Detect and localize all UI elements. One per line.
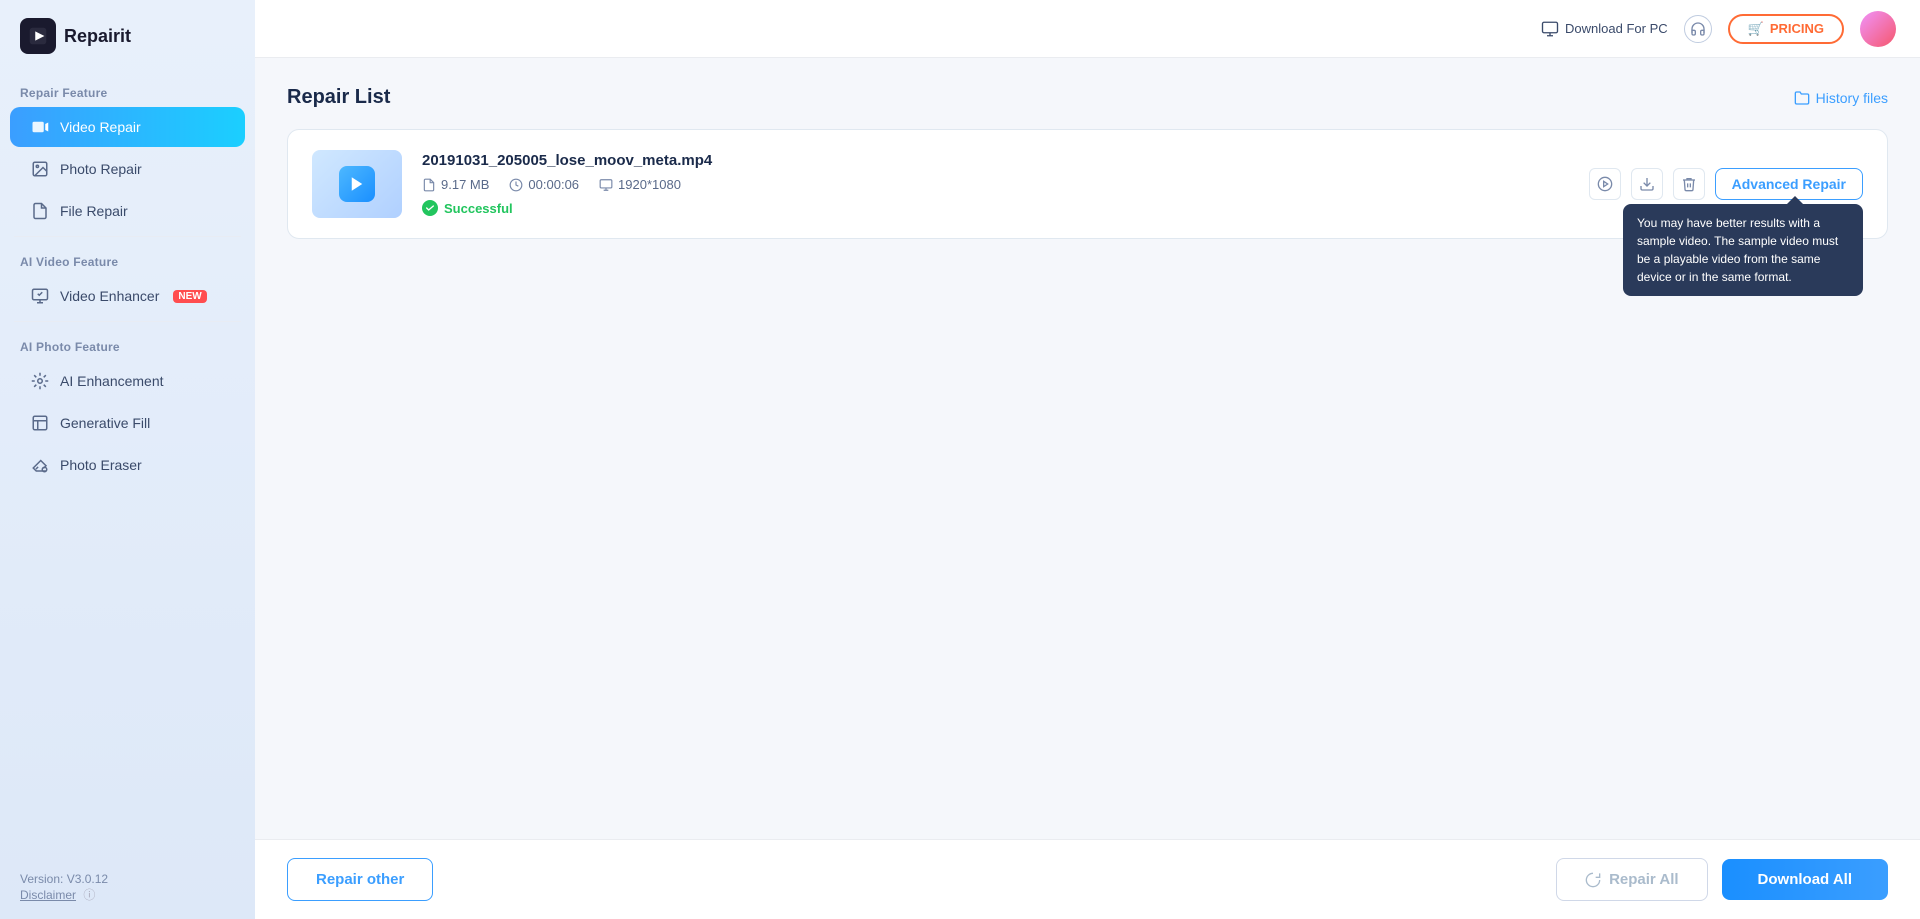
content-area: Repair List History files 20191031_20500… xyxy=(255,58,1920,839)
file-duration: 00:00:06 xyxy=(528,177,579,192)
file-name: 20191031_205005_lose_moov_meta.mp4 xyxy=(422,152,1569,169)
file-repair-label: File Repair xyxy=(60,203,128,219)
sidebar-item-video-enhancer[interactable]: Video Enhancer NEW xyxy=(10,276,245,316)
bottom-bar: Repair other Repair All Download All xyxy=(255,839,1920,919)
sidebar: Repairit Repair Feature Video Repair Pho… xyxy=(0,0,255,919)
monitor-icon xyxy=(1541,20,1559,38)
ai-enhancement-label: AI Enhancement xyxy=(60,373,164,389)
sidebar-item-video-repair[interactable]: Video Repair xyxy=(10,107,245,147)
file-repair-icon xyxy=(30,201,50,221)
video-repair-icon xyxy=(30,117,50,137)
card-actions: Advanced Repair xyxy=(1589,168,1863,200)
sidebar-item-photo-repair[interactable]: Photo Repair xyxy=(10,149,245,189)
photo-repair-label: Photo Repair xyxy=(60,161,142,177)
app-logo-icon xyxy=(20,18,56,54)
disclaimer-link[interactable]: Disclaimer xyxy=(20,888,76,902)
bottom-right-actions: Repair All Download All xyxy=(1556,858,1888,901)
file-size: 9.17 MB xyxy=(441,177,489,192)
sidebar-item-ai-enhancement[interactable]: AI Enhancement xyxy=(10,361,245,401)
video-enhancer-icon xyxy=(30,286,50,306)
pricing-label: PRICING xyxy=(1770,21,1824,36)
generative-fill-icon xyxy=(30,413,50,433)
history-files-button[interactable]: History files xyxy=(1794,90,1888,106)
file-resolution: 1920*1080 xyxy=(618,177,681,192)
repair-all-label: Repair All xyxy=(1609,871,1678,888)
download-icon xyxy=(1639,176,1655,192)
download-all-button[interactable]: Download All xyxy=(1722,859,1888,900)
new-badge: NEW xyxy=(173,290,206,303)
content-header: Repair List History files xyxy=(287,86,1888,109)
cart-icon: 🛒 xyxy=(1748,21,1764,37)
generative-fill-label: Generative Fill xyxy=(60,415,150,431)
download-for-pc-button[interactable]: Download For PC xyxy=(1541,20,1668,38)
play-icon xyxy=(339,166,375,202)
tooltip-text: You may have better results with a sampl… xyxy=(1637,216,1838,284)
delete-button[interactable] xyxy=(1673,168,1705,200)
disclaimer-info-icon: ⓘ xyxy=(83,888,95,902)
video-thumbnail xyxy=(312,150,402,218)
sidebar-item-file-repair[interactable]: File Repair xyxy=(10,191,245,231)
video-enhancer-label: Video Enhancer xyxy=(60,288,159,304)
ai-photo-label: AI Photo Feature xyxy=(0,326,255,360)
version-text: Version: V3.0.12 xyxy=(20,872,235,886)
file-duration-item: 00:00:06 xyxy=(509,177,579,192)
repair-all-icon xyxy=(1585,872,1601,888)
sidebar-item-photo-eraser[interactable]: Photo Eraser xyxy=(10,445,245,485)
help-button[interactable] xyxy=(1684,15,1712,43)
headset-icon xyxy=(1690,21,1706,37)
download-button[interactable] xyxy=(1631,168,1663,200)
sidebar-item-generative-fill[interactable]: Generative Fill xyxy=(10,403,245,443)
folder-icon xyxy=(1794,90,1810,106)
video-repair-label: Video Repair xyxy=(60,119,141,135)
trash-icon xyxy=(1681,176,1697,192)
status-text: Successful xyxy=(444,201,513,216)
repair-feature-label: Repair Feature xyxy=(0,72,255,106)
download-pc-label: Download For PC xyxy=(1565,21,1668,36)
file-size-item: 9.17 MB xyxy=(422,177,489,192)
success-icon xyxy=(422,200,438,216)
sidebar-footer: Version: V3.0.12 Disclaimer ⓘ xyxy=(0,856,255,919)
main-area: Download For PC 🛒 PRICING Repair List Hi… xyxy=(255,0,1920,919)
topbar: Download For PC 🛒 PRICING xyxy=(255,0,1920,58)
advanced-repair-tooltip: You may have better results with a sampl… xyxy=(1623,204,1863,296)
page-title: Repair List xyxy=(287,86,390,109)
photo-repair-icon xyxy=(30,159,50,179)
history-files-label: History files xyxy=(1816,90,1888,106)
file-info: 20191031_205005_lose_moov_meta.mp4 9.17 … xyxy=(422,152,1569,216)
pricing-button[interactable]: 🛒 PRICING xyxy=(1728,14,1844,44)
photo-eraser-label: Photo Eraser xyxy=(60,457,142,473)
ai-video-label: AI Video Feature xyxy=(0,241,255,275)
repair-list-item: 20191031_205005_lose_moov_meta.mp4 9.17 … xyxy=(287,129,1888,239)
file-size-icon xyxy=(422,178,436,192)
preview-button[interactable] xyxy=(1589,168,1621,200)
app-name: Repairit xyxy=(64,26,131,47)
status-badge: Successful xyxy=(422,200,1569,216)
display-icon xyxy=(599,178,613,192)
clock-icon xyxy=(509,178,523,192)
ai-enhancement-icon xyxy=(30,371,50,391)
repair-other-button[interactable]: Repair other xyxy=(287,858,433,901)
app-logo: Repairit xyxy=(0,0,255,72)
file-resolution-item: 1920*1080 xyxy=(599,177,681,192)
user-avatar[interactable] xyxy=(1860,11,1896,47)
photo-eraser-icon xyxy=(30,455,50,475)
play-circle-icon xyxy=(1597,176,1613,192)
play-triangle-icon xyxy=(348,175,366,193)
repair-all-button[interactable]: Repair All xyxy=(1556,858,1707,901)
file-meta: 9.17 MB 00:00:06 1920*1080 xyxy=(422,177,1569,192)
